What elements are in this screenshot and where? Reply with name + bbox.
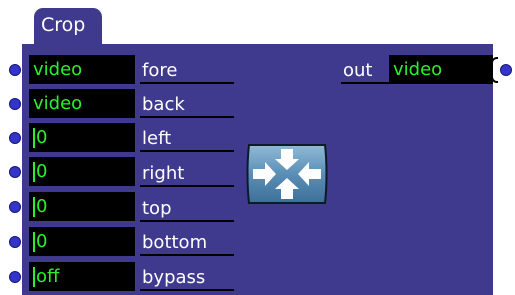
- input-value-bottom: 0: [36, 231, 48, 252]
- input-field-bottom[interactable]: 0: [29, 227, 135, 256]
- output-underline-out: [341, 82, 389, 84]
- input-port-left[interactable]: [9, 132, 21, 144]
- input-label-left: left: [142, 128, 172, 149]
- actor-title: Crop: [41, 14, 86, 36]
- output-value-out: video: [393, 59, 443, 80]
- input-field-fore[interactable]: video: [29, 55, 135, 84]
- input-label-fore: fore: [142, 60, 178, 81]
- output-field-out[interactable]: video: [389, 55, 493, 84]
- input-value-left: 0: [36, 127, 48, 148]
- output-port-out[interactable]: [500, 64, 512, 76]
- text-cursor-icon: [33, 128, 35, 148]
- input-underline-fore: [140, 82, 234, 84]
- output-bracket: [491, 57, 498, 83]
- input-value-top: 0: [36, 196, 48, 217]
- input-port-bypass[interactable]: [9, 271, 21, 283]
- input-field-back[interactable]: video: [29, 89, 135, 118]
- input-value-fore: video: [33, 59, 83, 80]
- input-port-bottom[interactable]: [9, 236, 21, 248]
- input-port-right[interactable]: [9, 166, 21, 178]
- input-underline-left: [140, 150, 234, 152]
- text-cursor-icon: [33, 197, 35, 217]
- input-label-top: top: [142, 198, 172, 219]
- crop-arrows-icon: [243, 142, 331, 206]
- input-label-bypass: bypass: [142, 267, 206, 288]
- input-underline-right: [140, 185, 234, 187]
- input-label-back: back: [142, 94, 185, 115]
- input-port-back[interactable]: [9, 98, 21, 110]
- input-label-bottom: bottom: [142, 232, 208, 253]
- input-underline-back: [140, 116, 234, 118]
- input-port-top[interactable]: [9, 201, 21, 213]
- input-underline-top: [140, 220, 234, 222]
- input-label-right: right: [142, 163, 185, 184]
- input-underline-bypass: [140, 289, 234, 291]
- text-cursor-icon: [33, 162, 35, 182]
- actor-title-tab[interactable]: Crop: [34, 8, 102, 48]
- input-field-bypass[interactable]: off: [29, 262, 135, 291]
- text-cursor-icon: [33, 232, 35, 252]
- input-field-left[interactable]: 0: [29, 123, 135, 152]
- input-port-fore[interactable]: [9, 64, 21, 76]
- input-value-right: 0: [36, 161, 48, 182]
- input-value-bypass: off: [36, 266, 60, 287]
- text-cursor-icon: [33, 267, 35, 287]
- input-underline-bottom: [140, 254, 234, 256]
- input-field-top[interactable]: 0: [29, 192, 135, 221]
- input-field-right[interactable]: 0: [29, 157, 135, 186]
- input-value-back: video: [33, 93, 83, 114]
- output-label-out: out: [343, 60, 373, 81]
